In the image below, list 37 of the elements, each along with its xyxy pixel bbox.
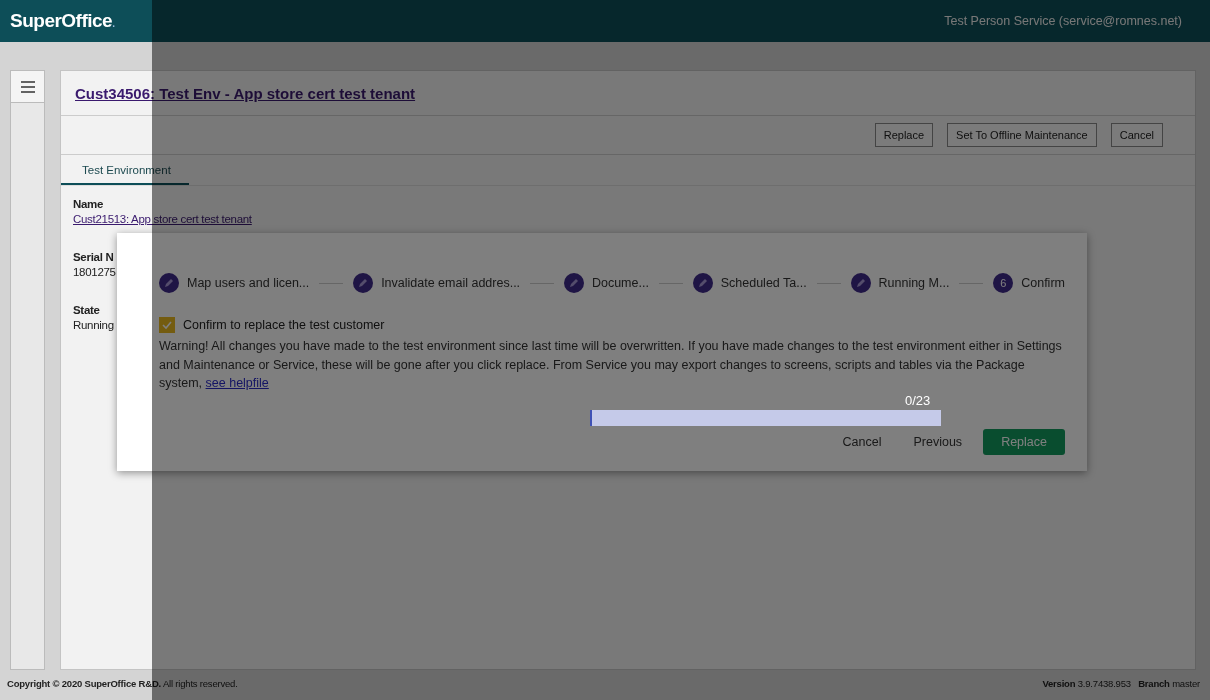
field-value: 1801275 [73, 266, 116, 278]
user-name[interactable]: Test Person Service (service@romnes.net) [944, 14, 1182, 28]
pencil-icon [692, 273, 713, 293]
field-label: State [73, 304, 100, 316]
checkbox-label[interactable]: Confirm to replace the test customer [183, 318, 385, 332]
action-button[interactable]: Replace [874, 123, 934, 147]
customer-title-link[interactable]: Cust34506: Test Env - App store cert test tenant [75, 84, 416, 102]
help-link[interactable]: see helpfile [205, 376, 269, 390]
pencil-icon [159, 273, 179, 293]
step-number: 6 [993, 273, 1014, 293]
step-label[interactable]: Scheduled Ta... [720, 276, 807, 290]
dialog-button[interactable]: Cancel [831, 429, 893, 455]
pencil-icon [353, 273, 374, 293]
progress-count: 0/23 [905, 393, 931, 408]
pencil-icon [850, 273, 871, 293]
field-label: Serial N [73, 251, 114, 263]
action-button[interactable]: Cancel [1110, 123, 1163, 147]
logo[interactable]: SuperOffice. [10, 10, 115, 32]
dialog-button[interactable]: Replace [983, 429, 1065, 455]
field-link[interactable]: Cust21513: App store cert test tenant [73, 213, 252, 225]
field-label: Name [73, 198, 104, 210]
tab[interactable]: Test Environment [61, 155, 189, 185]
checkbox[interactable] [159, 317, 175, 333]
check-icon [162, 320, 172, 330]
version-text: Version 3.9.7438.953 Branch master [1042, 678, 1200, 689]
menu-button[interactable] [11, 71, 44, 103]
warning-text: Warning! All changes you have made to the test environment since last time will be overwritten. If you have made changes to the test environment either in Settings and Maintenance or Service, these will be gone after you click replace. From Service you may export changes to screens, scripts and tables via the Package system, see helpfile [159, 338, 1063, 392]
action-button[interactable]: Set To Offline Maintenance [947, 123, 1097, 147]
dialog-button[interactable]: Previous [902, 429, 974, 455]
step-label[interactable]: Confirm [1021, 276, 1065, 290]
field-value: Running [73, 319, 114, 331]
step-label[interactable]: Docume... [591, 276, 649, 290]
step-label[interactable]: Invalidate email addres... [381, 276, 521, 290]
menu-icon [20, 80, 35, 93]
step-label[interactable]: Running M... [878, 276, 950, 290]
pencil-icon [563, 273, 584, 293]
step-label[interactable]: Map users and licen... [187, 276, 310, 290]
